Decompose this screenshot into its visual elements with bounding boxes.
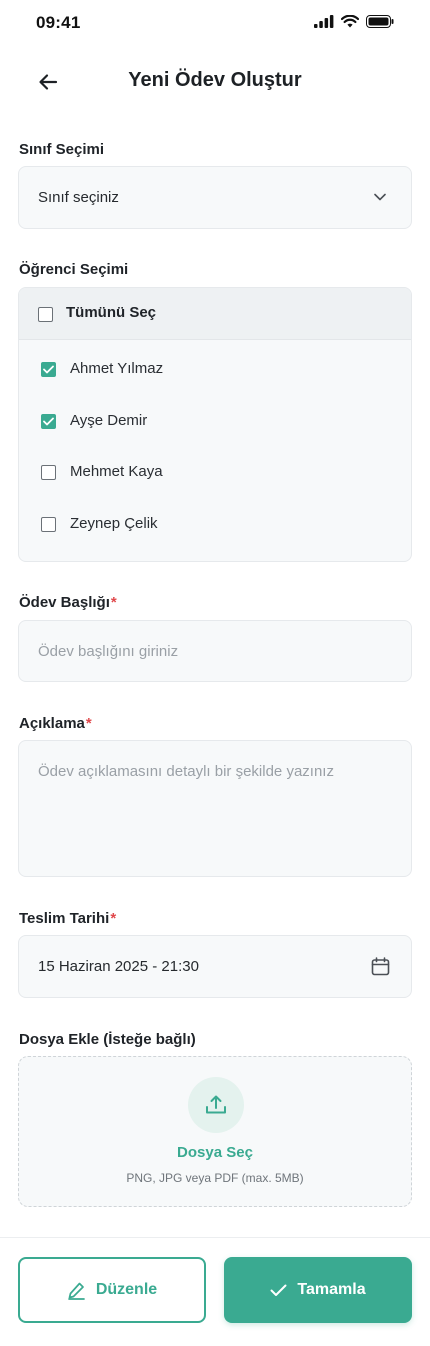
homework-title-placeholder: Ödev başlığını giriniz <box>38 643 179 660</box>
battery-icon <box>366 15 394 28</box>
student-checkbox[interactable] <box>41 362 56 377</box>
homework-title-label-text: Ödev Başlığı <box>19 594 110 611</box>
description-textarea[interactable]: Ödev açıklamasını detaylı bir şekilde ya… <box>18 740 412 877</box>
wifi-icon <box>341 15 359 28</box>
required-mark: * <box>85 715 92 732</box>
student-name: Mehmet Kaya <box>70 463 163 480</box>
file-type-hint: PNG, JPG veya PDF (max. 5MB) <box>126 1171 304 1185</box>
footer-actions: Düzenle Tamamla <box>0 1237 430 1346</box>
student-item[interactable]: Mehmet Kaya <box>19 451 411 495</box>
student-name: Ayşe Demir <box>70 412 148 429</box>
attachment-label: Dosya Ekle (İsteğe bağlı) <box>19 1031 196 1048</box>
upload-icon-circle <box>188 1077 244 1133</box>
due-date-value: 15 Haziran 2025 - 21:30 <box>38 958 199 975</box>
page-title: Yeni Ödev Oluştur <box>128 69 302 91</box>
homework-title-label: Ödev Başlığı* <box>19 594 117 611</box>
select-all-row[interactable]: Tümünü Seç <box>19 288 411 340</box>
status-time: 09:41 <box>36 13 81 32</box>
edit-button-label: Düzenle <box>95 1281 158 1298</box>
chevron-down-icon <box>374 193 386 201</box>
select-all-label: Tümünü Seç <box>66 304 157 321</box>
student-checkbox[interactable] <box>41 517 56 532</box>
check-icon <box>270 1284 287 1296</box>
student-item[interactable]: Ayşe Demir <box>19 400 411 444</box>
choose-file-button[interactable]: Dosya Seç <box>19 1144 411 1161</box>
class-selection-label: Sınıf Seçimi <box>19 141 105 158</box>
student-name: Ahmet Yılmaz <box>70 360 164 377</box>
file-upload-dropzone[interactable]: Dosya Seç PNG, JPG veya PDF (max. 5MB) <box>18 1056 412 1207</box>
complete-button[interactable]: Tamamla <box>224 1257 412 1323</box>
homework-title-input[interactable]: Ödev başlığını giriniz <box>18 620 412 682</box>
checkmark-icon <box>43 417 54 426</box>
class-select-value: Sınıf seçiniz <box>38 189 119 206</box>
student-checkbox[interactable] <box>41 465 56 480</box>
class-select-dropdown[interactable]: Sınıf seçiniz <box>18 166 412 229</box>
student-checkbox[interactable] <box>41 414 56 429</box>
student-list: Tümünü Seç Ahmet Yılmaz Ayşe Demir Mehme… <box>18 287 412 562</box>
pencil-icon <box>67 1282 85 1300</box>
description-label: Açıklama* <box>19 715 92 732</box>
due-date-label: Teslim Tarihi* <box>19 910 116 927</box>
status-icons <box>314 15 394 28</box>
student-name: Zeynep Çelik <box>70 515 158 532</box>
edit-button[interactable]: Düzenle <box>18 1257 206 1323</box>
select-all-checkbox[interactable] <box>38 307 53 322</box>
cellular-signal-icon <box>314 15 334 28</box>
due-date-picker[interactable]: 15 Haziran 2025 - 21:30 <box>18 935 412 998</box>
student-item[interactable]: Ahmet Yılmaz <box>19 348 411 392</box>
upload-icon <box>206 1095 226 1114</box>
required-mark: * <box>110 594 117 611</box>
calendar-icon <box>371 957 390 976</box>
student-selection-label: Öğrenci Seçimi <box>19 261 129 278</box>
description-label-text: Açıklama <box>19 715 85 732</box>
description-placeholder: Ödev açıklamasını detaylı bir şekilde ya… <box>38 763 334 780</box>
required-mark: * <box>110 910 117 927</box>
student-item[interactable]: Zeynep Çelik <box>19 503 411 547</box>
checkmark-icon <box>43 365 54 374</box>
due-date-label-text: Teslim Tarihi <box>19 910 110 927</box>
complete-button-label: Tamamla <box>297 1281 366 1298</box>
header: Yeni Ödev Oluştur <box>0 56 430 108</box>
status-bar: 09:41 <box>0 0 430 48</box>
